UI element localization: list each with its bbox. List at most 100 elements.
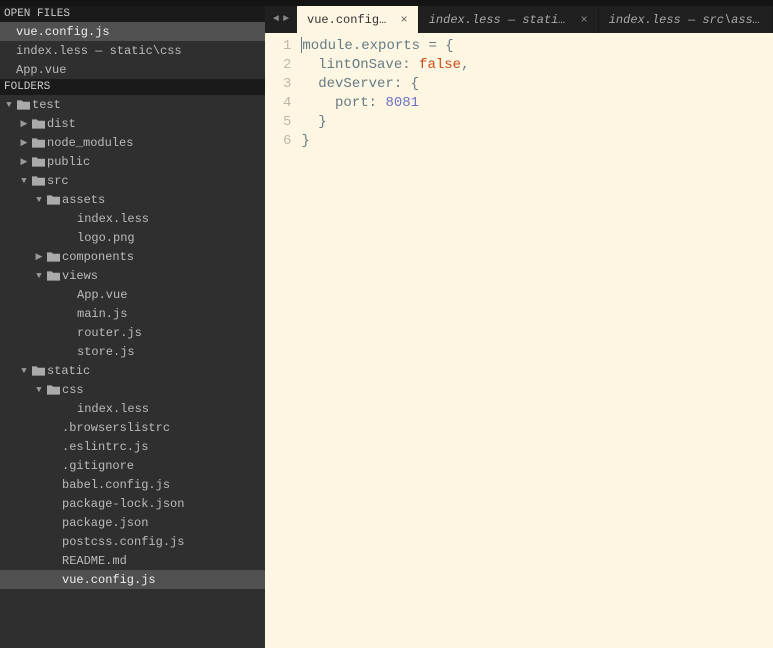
open-file-label: App.vue: [16, 63, 66, 77]
open-file-label: vue.config.js: [16, 25, 110, 39]
tree-item-label: css: [62, 383, 84, 397]
tree-folder-item[interactable]: ▼ test: [0, 95, 265, 114]
tree-item-label: store.js: [77, 345, 135, 359]
tree-file-item[interactable]: README.md: [0, 551, 265, 570]
folder-icon: [44, 194, 62, 205]
tree-file-item[interactable]: store.js: [0, 342, 265, 361]
tree-file-item[interactable]: main.js: [0, 304, 265, 323]
tree-file-item[interactable]: .browserslistrc: [0, 418, 265, 437]
tree-file-item[interactable]: index.less: [0, 209, 265, 228]
tree-item-label: logo.png: [77, 231, 135, 245]
tree-file-item[interactable]: vue.config.js: [0, 570, 265, 589]
tree-item-label: postcss.config.js: [62, 535, 184, 549]
tree-item-label: .gitignore: [62, 459, 134, 473]
code-line[interactable]: }: [301, 132, 773, 151]
tree-file-item[interactable]: package.json: [0, 513, 265, 532]
tree-item-label: public: [47, 155, 90, 169]
tree-file-item[interactable]: index.less: [0, 399, 265, 418]
tree-item-label: App.vue: [77, 288, 127, 302]
tree-folder-item[interactable]: ▼ css: [0, 380, 265, 399]
editor-column: ◄ ► vue.config.js×index.less — static\cs…: [265, 6, 773, 648]
tree-folder-item[interactable]: ▼ assets: [0, 190, 265, 209]
code-line[interactable]: lintOnSave: false,: [301, 56, 773, 75]
expand-arrow-icon[interactable]: ▶: [19, 157, 29, 167]
tree-item-label: package.json: [62, 516, 148, 530]
tabs-container: vue.config.js×index.less — static\css×in…: [297, 6, 773, 33]
tree-item-label: babel.config.js: [62, 478, 170, 492]
tab-label: vue.config.js: [307, 13, 393, 27]
editor-tab[interactable]: index.less — static\css ×: [419, 6, 599, 33]
code-editor[interactable]: 123456 module.exports = { lintOnSave: fa…: [265, 33, 773, 648]
open-file-item[interactable]: App.vue: [0, 60, 265, 79]
folder-icon: [44, 251, 62, 262]
tree-item-label: .browserslistrc: [62, 421, 170, 435]
line-number: 3: [283, 75, 291, 94]
tree-item-label: assets: [62, 193, 105, 207]
tab-label: index.less — static\css: [429, 13, 573, 27]
folder-icon: [14, 99, 32, 110]
expand-arrow-icon[interactable]: ▼: [19, 366, 29, 376]
close-icon[interactable]: ×: [581, 13, 588, 27]
code-line[interactable]: devServer: {: [301, 75, 773, 94]
tree-item-label: .eslintrc.js: [62, 440, 148, 454]
expand-arrow-icon[interactable]: ▶: [19, 119, 29, 129]
tree-item-label: dist: [47, 117, 76, 131]
folder-icon: [29, 137, 47, 148]
open-file-item[interactable]: index.less — static\css: [0, 41, 265, 60]
tab-label: index.less — src\assets: [609, 13, 762, 27]
expand-arrow-icon[interactable]: ▶: [19, 138, 29, 148]
sidebar: OPEN FILES vue.config.js index.less — sta…: [0, 6, 265, 648]
editor-tab[interactable]: vue.config.js ×: [297, 6, 419, 33]
tree-folder-item[interactable]: ▶ public: [0, 152, 265, 171]
open-files-list: vue.config.js index.less — static\css App.…: [0, 22, 265, 79]
line-number: 2: [283, 56, 291, 75]
tree-item-label: test: [32, 98, 61, 112]
tree-item-label: index.less: [77, 402, 149, 416]
tree-folder-item[interactable]: ▶ node_modules: [0, 133, 265, 152]
tree-file-item[interactable]: package-lock.json: [0, 494, 265, 513]
tree-file-item[interactable]: .gitignore: [0, 456, 265, 475]
folder-icon: [44, 270, 62, 281]
tree-folder-item[interactable]: ▶components: [0, 247, 265, 266]
line-number: 6: [283, 132, 291, 151]
expand-arrow-icon[interactable]: ▶: [34, 252, 44, 262]
code-line[interactable]: port: 8081: [301, 94, 773, 113]
expand-arrow-icon[interactable]: ▼: [19, 176, 29, 186]
folder-tree: ▼test▶dist▶node_modules▶public▼src▼asset…: [0, 95, 265, 589]
tree-item-label: vue.config.js: [62, 573, 156, 587]
tree-folder-item[interactable]: ▶ dist: [0, 114, 265, 133]
close-icon[interactable]: ×: [401, 13, 408, 27]
code-area[interactable]: module.exports = { lintOnSave: false, de…: [301, 33, 773, 648]
tree-folder-item[interactable]: ▼ views: [0, 266, 265, 285]
tree-file-item[interactable]: postcss.config.js: [0, 532, 265, 551]
expand-arrow-icon[interactable]: ▼: [34, 195, 44, 205]
tree-file-item[interactable]: router.js: [0, 323, 265, 342]
tree-folder-item[interactable]: ▼static: [0, 361, 265, 380]
tab-nav-forward-icon[interactable]: ►: [281, 14, 291, 25]
open-file-item[interactable]: vue.config.js: [0, 22, 265, 41]
tree-file-item[interactable]: App.vue: [0, 285, 265, 304]
tree-item-label: views: [62, 269, 98, 283]
folder-icon: [29, 365, 47, 376]
folder-icon: [44, 384, 62, 395]
editor-tab[interactable]: index.less — src\assets: [599, 6, 773, 33]
line-number-gutter: 123456: [265, 33, 301, 648]
code-line[interactable]: module.exports = {: [301, 37, 773, 56]
tree-folder-item[interactable]: ▼src: [0, 171, 265, 190]
tree-item-label: node_modules: [47, 136, 133, 150]
expand-arrow-icon[interactable]: ▼: [4, 100, 14, 110]
tree-item-label: package-lock.json: [62, 497, 184, 511]
line-number: 4: [283, 94, 291, 113]
open-file-label: index.less — static\css: [16, 44, 182, 58]
tree-item-label: index.less: [77, 212, 149, 226]
code-line[interactable]: }: [301, 113, 773, 132]
tab-nav-back-icon[interactable]: ◄: [271, 14, 281, 25]
expand-arrow-icon[interactable]: ▼: [34, 271, 44, 281]
tab-nav-arrows: ◄ ►: [265, 14, 297, 25]
tree-file-item[interactable]: .eslintrc.js: [0, 437, 265, 456]
open-files-header: OPEN FILES: [0, 6, 265, 22]
tree-file-item[interactable]: babel.config.js: [0, 475, 265, 494]
folder-icon: [29, 175, 47, 186]
expand-arrow-icon[interactable]: ▼: [34, 385, 44, 395]
tree-file-item[interactable]: logo.png: [0, 228, 265, 247]
